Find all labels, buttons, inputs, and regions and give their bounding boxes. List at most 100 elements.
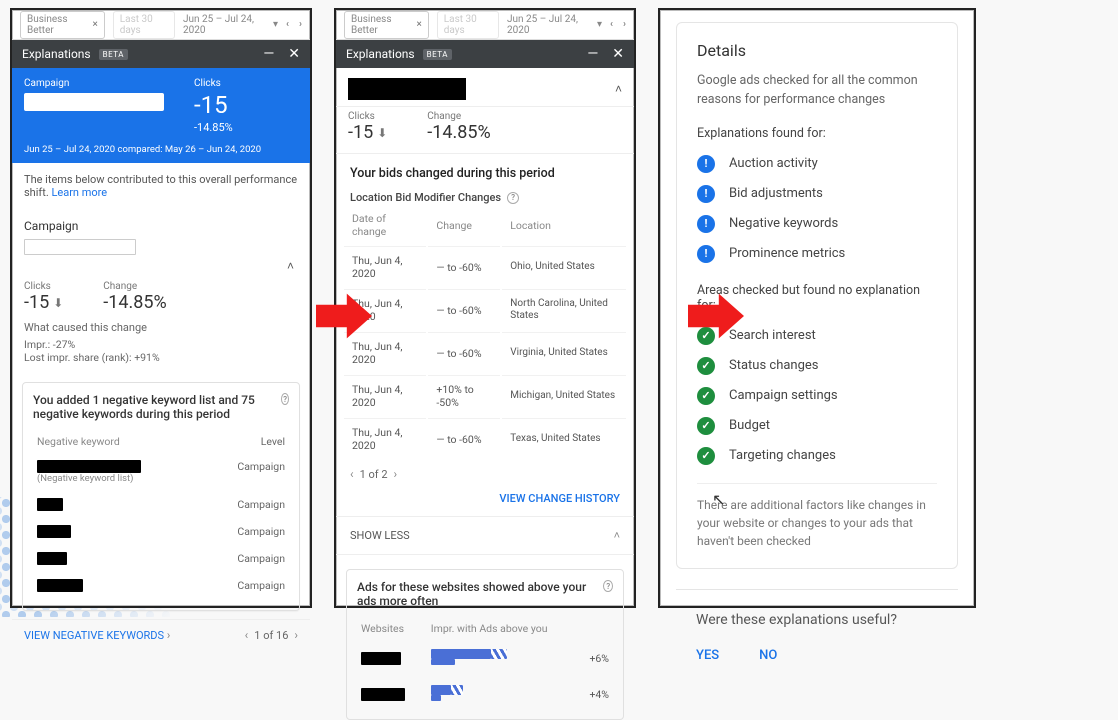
list-item: ✓Targeting changes xyxy=(697,441,937,471)
beta-badge: BETA xyxy=(99,49,128,60)
check-icon: ✓ xyxy=(697,447,715,465)
mini-change-value: -14.85% xyxy=(103,292,166,313)
prev-icon[interactable]: ‹ xyxy=(286,19,289,30)
pager[interactable]: ‹ 1 of 2 › xyxy=(336,461,634,483)
table-row: Thu, Jun 4, 2020— to -60%Virginia, Unite… xyxy=(344,332,626,373)
pager[interactable]: ‹1 of 16› xyxy=(245,628,298,642)
campaign-name-field xyxy=(24,93,164,111)
mini-clicks-value: -15 xyxy=(24,292,49,313)
minimize-icon[interactable]: — xyxy=(587,46,598,62)
compare-range: Jun 25 – Jul 24, 2020 compared: May 26 –… xyxy=(24,144,298,155)
no-button[interactable]: NO xyxy=(759,648,777,663)
bids-changed-title: Your bids changed during this period xyxy=(336,154,634,185)
table-row: +6% xyxy=(359,641,611,675)
redacted-bar xyxy=(361,652,401,665)
clicks-label: Clicks xyxy=(194,78,233,89)
close-icon[interactable]: ✕ xyxy=(612,46,624,62)
explanations-panel-overview: Business Better× Last 30 days Jun 25 – J… xyxy=(10,8,312,608)
close-icon[interactable]: × xyxy=(92,19,97,30)
list-item: ✓Budget xyxy=(697,411,937,441)
table-row: Thu, Jun 4, 2020— to -60%Texas, United S… xyxy=(344,418,626,459)
table-row: Thu, Jun 4, 2020+10% to -50%Michigan, Un… xyxy=(344,375,626,416)
ga-date-bar: Business Better× Last 30 days Jun 25 – J… xyxy=(336,10,634,40)
collapse-icon[interactable]: ˄ xyxy=(615,82,622,96)
info-icon: ! xyxy=(697,155,715,173)
p2-change-label: Change xyxy=(427,111,490,122)
help-icon[interactable]: ? xyxy=(507,192,519,204)
p2-change-value: -14.85% xyxy=(427,122,490,143)
table-row: Campaign xyxy=(35,492,287,517)
minimize-icon[interactable]: — xyxy=(263,46,274,62)
intro-text: The items below contributed to this over… xyxy=(12,163,310,209)
learn-more-link[interactable]: Learn more xyxy=(51,186,107,199)
clicks-delta: -15 xyxy=(194,91,233,119)
p2-clicks-label: Clicks xyxy=(348,111,387,122)
neg-card-title: You added 1 negative keyword list and 75… xyxy=(33,393,275,421)
ads-above-card: Ads for these websites showed above your… xyxy=(346,569,624,720)
next-icon[interactable]: › xyxy=(623,19,626,30)
help-icon[interactable]: ? xyxy=(281,393,289,405)
close-icon[interactable]: × xyxy=(416,19,421,30)
help-icon[interactable]: ? xyxy=(603,580,613,592)
dropdown-icon[interactable]: ▾ xyxy=(273,19,278,30)
check-icon: ✓ xyxy=(697,387,715,405)
clicks-pct: -14.85% xyxy=(194,121,233,134)
found-for-label: Explanations found for: xyxy=(697,126,937,141)
dropdown-icon[interactable]: ▾ xyxy=(597,19,602,30)
summary-hero: Campaign Clicks -15 -14.85% Jun 25 – Jul… xyxy=(12,68,310,163)
info-icon: ! xyxy=(697,185,715,203)
explanations-panel-bids: Business Better× Last 30 days Jun 25 – J… xyxy=(334,8,636,608)
negative-keywords-card: You added 1 negative keyword list and 75… xyxy=(22,382,300,611)
cause-label: What caused this change xyxy=(24,321,298,334)
date-range[interactable]: Jun 25 – Jul 24, 2020 xyxy=(507,14,589,36)
list-item: ✓Campaign settings xyxy=(697,381,937,411)
redacted-bar xyxy=(37,460,141,473)
feedback-question: Were these explanations useful? xyxy=(696,612,938,628)
details-footnote: There are additional factors like change… xyxy=(697,483,937,550)
info-icon: ! xyxy=(697,245,715,263)
ads-above-title: Ads for these websites showed above your… xyxy=(357,580,597,608)
last-30-chip: Last 30 days xyxy=(113,11,175,39)
col-impr-above: Impr. with Ads above you xyxy=(429,618,611,639)
flow-arrow-icon xyxy=(316,288,372,344)
p2-clicks-value: -15 xyxy=(348,122,373,143)
details-lead: Google ads checked for all the common re… xyxy=(697,72,937,110)
view-change-history-link[interactable]: VIEW CHANGE HISTORY xyxy=(499,492,620,505)
cause-lost-share: Lost impr. share (rank): +91% xyxy=(24,351,298,364)
prev-icon[interactable]: ‹ xyxy=(610,19,613,30)
list-item: !Bid adjustments xyxy=(697,179,937,209)
cursor-icon: ↖ xyxy=(712,490,725,509)
col-location: Location xyxy=(502,206,626,244)
collapse-icon[interactable]: ˄ xyxy=(12,255,310,277)
col-websites: Websites xyxy=(359,618,427,639)
table-row: Campaign xyxy=(35,519,287,544)
pct-change: +6% xyxy=(578,641,611,675)
show-less-toggle[interactable]: SHOW LESS xyxy=(350,529,410,542)
section-campaign: Campaign xyxy=(12,209,310,239)
check-icon: ✓ xyxy=(697,357,715,375)
next-icon[interactable]: › xyxy=(299,19,302,30)
campaign-label: Campaign xyxy=(24,78,164,89)
details-title: Details xyxy=(697,41,937,60)
col-date: Date of change xyxy=(344,206,426,244)
check-icon: ✓ xyxy=(697,417,715,435)
col-change: Change xyxy=(428,206,500,244)
explanations-header: Explanations BETA — ✕ xyxy=(12,40,310,68)
ga-date-bar: Business Better× Last 30 days Jun 25 – J… xyxy=(12,10,310,40)
view-negative-keywords-link[interactable]: VIEW NEGATIVE KEYWORDS › xyxy=(24,628,170,642)
location-mod-title: Location Bid Modifier Changes xyxy=(350,191,501,204)
explanations-header: Explanations BETA —✕ xyxy=(336,40,634,68)
collapse-icon[interactable]: ˄ xyxy=(614,529,620,542)
explanations-title: Explanations xyxy=(22,47,91,61)
table-row: Thu, Jun 4, 2020— to -60%Ohio, United St… xyxy=(344,246,626,287)
table-row: Campaign xyxy=(35,546,287,571)
campaign-name-redacted xyxy=(24,239,136,255)
date-range[interactable]: Jun 25 – Jul 24, 2020 xyxy=(183,14,265,36)
table-row: (Negative keyword list) Campaign xyxy=(35,454,287,490)
close-icon[interactable]: ✕ xyxy=(288,46,300,62)
down-arrow-icon: ⬇ xyxy=(53,296,63,310)
yes-button[interactable]: YES xyxy=(696,648,719,663)
table-row: +4% xyxy=(359,677,611,711)
list-item: !Auction activity xyxy=(697,149,937,179)
list-item: !Negative keywords xyxy=(697,209,937,239)
